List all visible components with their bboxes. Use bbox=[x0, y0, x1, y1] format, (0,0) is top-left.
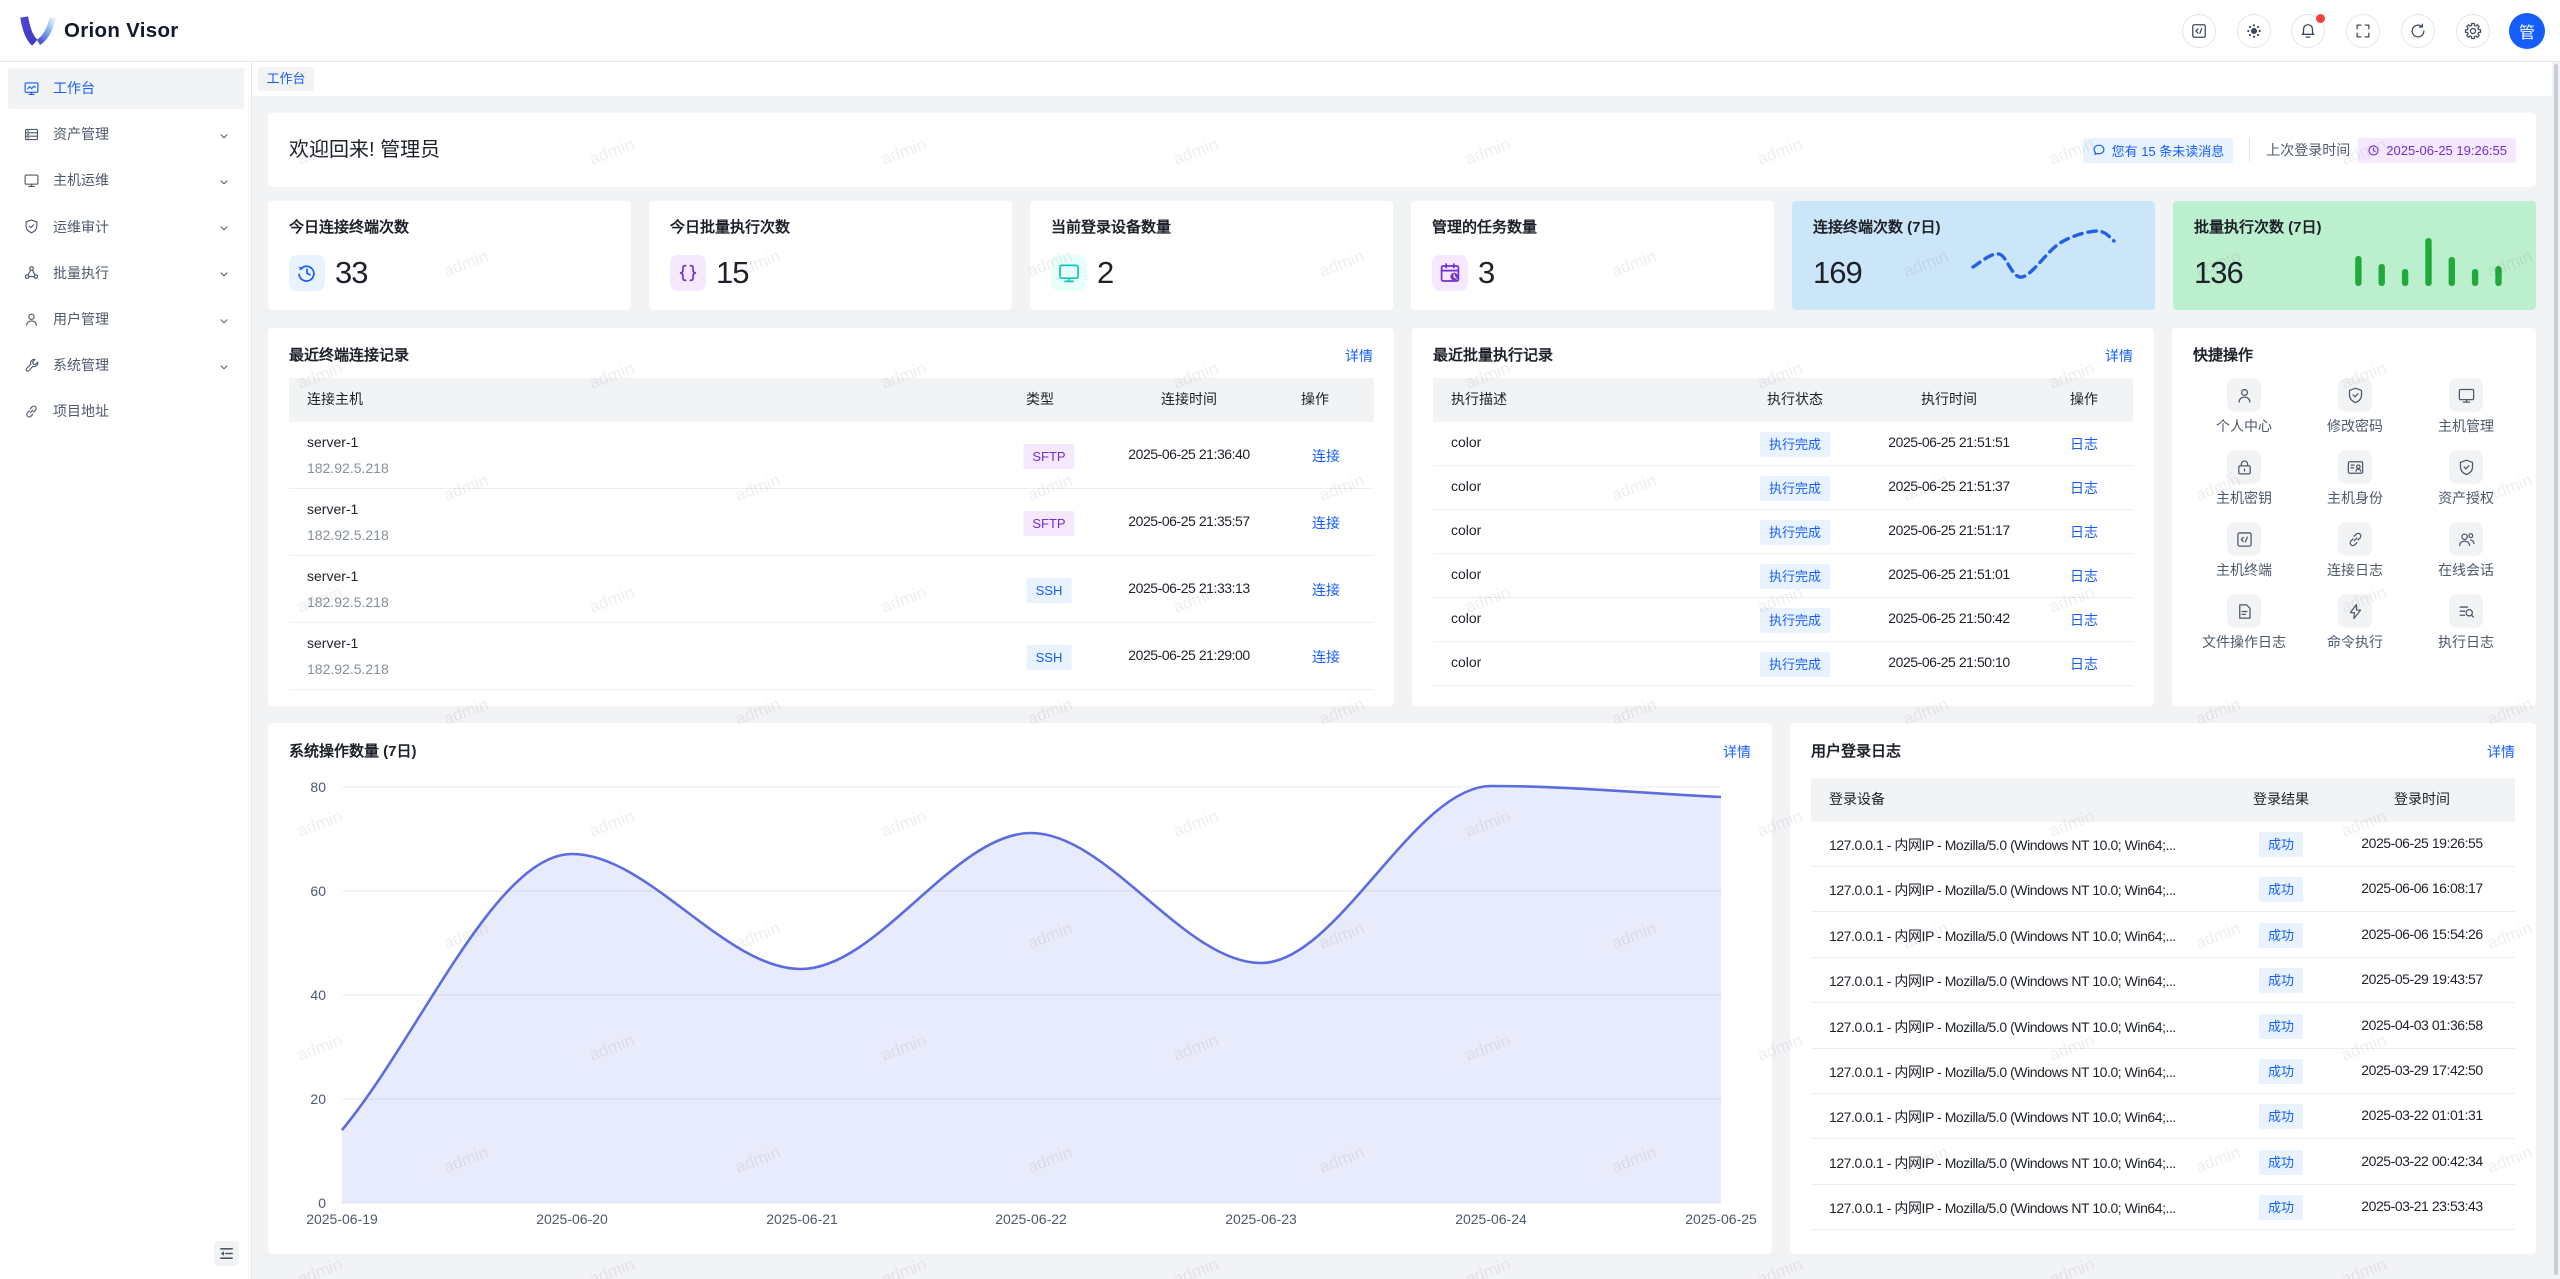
svg-text:2025-06-25: 2025-06-25 bbox=[1685, 1211, 1757, 1227]
svg-text:2025-06-23: 2025-06-23 bbox=[1225, 1211, 1297, 1227]
svg-text:2025-06-21: 2025-06-21 bbox=[766, 1211, 838, 1227]
svg-text:2025-06-24: 2025-06-24 bbox=[1455, 1211, 1527, 1227]
svg-text:2025-06-19: 2025-06-19 bbox=[306, 1211, 378, 1227]
svg-text:2025-06-22: 2025-06-22 bbox=[995, 1211, 1067, 1227]
svg-text:2025-06-20: 2025-06-20 bbox=[536, 1211, 608, 1227]
svg-text:40: 40 bbox=[310, 987, 326, 1003]
svg-text:20: 20 bbox=[310, 1091, 326, 1107]
svg-text:80: 80 bbox=[310, 779, 326, 795]
svg-text:0: 0 bbox=[318, 1195, 326, 1211]
svg-text:60: 60 bbox=[310, 883, 326, 899]
